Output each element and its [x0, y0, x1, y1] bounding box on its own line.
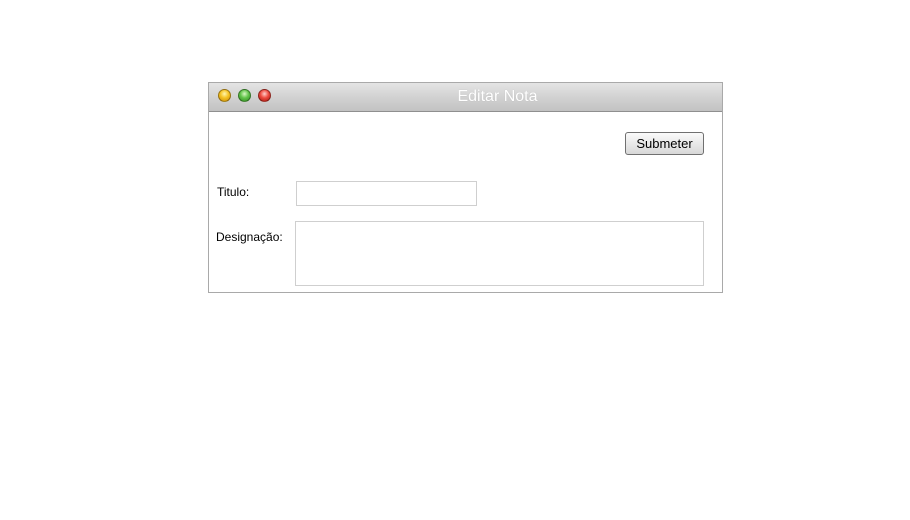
- title-label: Titulo:: [217, 185, 250, 199]
- title-input[interactable]: [296, 181, 477, 206]
- description-label: Designação:: [216, 230, 283, 244]
- window-titlebar[interactable]: Editar Nota: [209, 83, 722, 112]
- form-content: Submeter Titulo: Designação:: [209, 112, 722, 292]
- window-title: Editar Nota: [457, 88, 538, 105]
- edit-note-window: Editar Nota Submeter Titulo: Designação:: [208, 82, 723, 293]
- description-textarea[interactable]: [295, 221, 704, 286]
- submit-button[interactable]: Submeter: [625, 132, 704, 155]
